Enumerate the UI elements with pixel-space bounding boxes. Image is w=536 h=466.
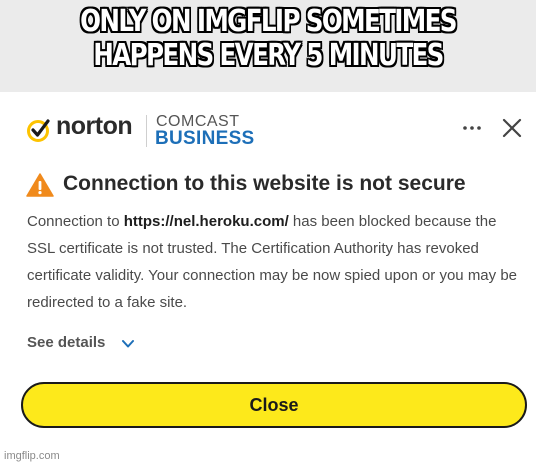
meme-caption-line-1: ONLY ON IMGFLIP SOMETIMES [80,4,457,39]
meme-caption-banner: ONLY ON IMGFLIP SOMETIMES HAPPENS EVERY … [0,0,536,92]
business-logo-text: BUSINESS [155,128,255,149]
meme-caption-line-2: HAPPENS EVERY 5 MINUTES [93,38,444,73]
warning-triangle-icon [26,173,54,197]
blocked-url: https://nel.heroku.com/ [123,213,289,230]
norton-logo-text: norton [56,112,133,140]
close-button[interactable]: Close [21,382,527,428]
imgflip-watermark: imgflip.com [4,450,60,462]
more-horizontal-icon[interactable] [461,118,483,138]
alert-message: Connection to https://nel.heroku.com/ ha… [27,208,517,316]
norton-checkmark-icon [27,119,50,142]
close-icon[interactable] [500,116,524,140]
brand-divider [146,115,147,147]
alert-title: Connection to this website is not secure [63,172,466,195]
alert-message-prefix: Connection to [27,213,124,230]
see-details-link[interactable]: See details [27,334,105,351]
chevron-down-icon[interactable] [121,338,135,350]
